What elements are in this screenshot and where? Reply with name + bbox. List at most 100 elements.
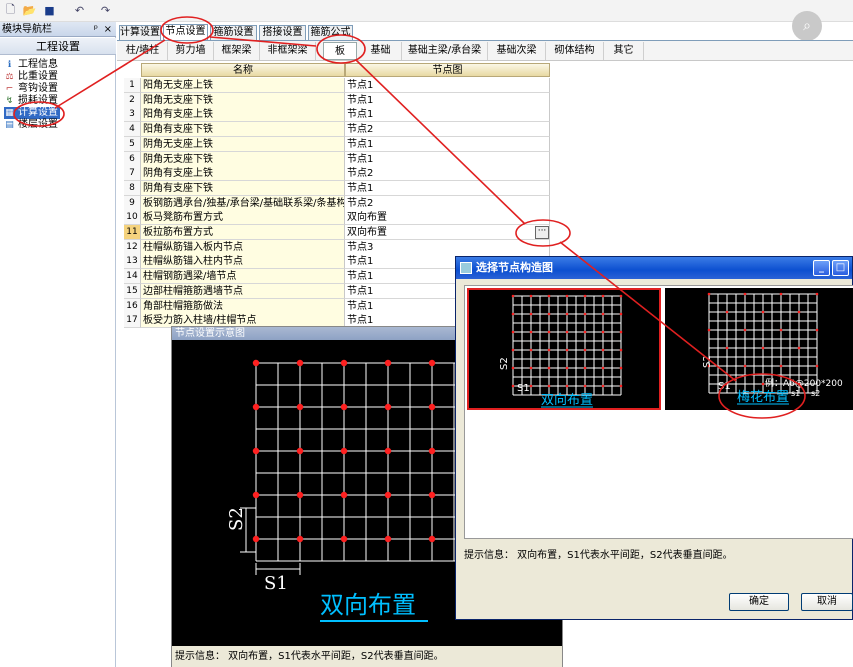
table-row[interactable]: 11 板拉筋布置方式 双向布置: [124, 225, 550, 240]
subtab-frame-beam[interactable]: 框架梁: [214, 42, 260, 60]
row-node-value[interactable]: 节点2: [345, 195, 550, 211]
rebar-dot: [815, 328, 819, 332]
table-row[interactable]: 2 阳角无支座下铁 节点1: [124, 92, 550, 108]
row-name: 阳角有支座上铁: [141, 107, 345, 123]
subtab-shear-wall[interactable]: 剪力墙: [168, 42, 214, 60]
row-number: 2: [124, 92, 141, 108]
ellipsis-button[interactable]: ···: [535, 226, 549, 239]
row-node-value[interactable]: 节点1: [345, 107, 550, 123]
nav-item-label: 计算设置: [18, 107, 58, 118]
subtab-other[interactable]: 其它: [604, 42, 644, 60]
rebar-dot: [601, 312, 605, 316]
rebar-dot: [583, 294, 587, 298]
tab-stirrup-formula[interactable]: 箍筋公式: [308, 25, 353, 40]
nav-item-calc[interactable]: ▦ 计算设置: [4, 107, 60, 119]
table-row[interactable]: 5 阴角无支座上铁 节点1: [124, 136, 550, 152]
table-row[interactable]: 9 板钢筋遇承台/独基/承台梁/基础联系梁/条基构 节点2: [124, 195, 550, 211]
open-icon[interactable]: 📂: [22, 3, 37, 18]
row-node-value[interactable]: 双向布置: [345, 210, 550, 226]
row-node-value[interactable]: 节点1: [345, 151, 550, 167]
table-row[interactable]: 12 柱帽纵筋锚入板内节点 节点3: [124, 239, 550, 255]
option-two-way-grid: [511, 294, 623, 396]
table-row[interactable]: 8 阴角有支座下铁 节点1: [124, 180, 550, 196]
nav-item-floor[interactable]: ▤ 楼层设置: [4, 119, 58, 131]
dialog-hint: 提示信息： 双向布置，S1代表水平间距，S2代表垂直间距。: [464, 550, 733, 561]
rebar-dot: [565, 312, 569, 316]
subtab-foundation-main-beam[interactable]: 基础主梁/承台梁: [402, 42, 488, 60]
rebar-dot: [619, 348, 623, 352]
option-plum-blossom[interactable]: S2 S1 例：A6@200*200 s1 s2 梅花布置: [665, 288, 853, 410]
ok-button[interactable]: 确定: [729, 593, 789, 611]
diagram-hint: 提示信息： 双向布置，S1代表水平间距，S2代表垂直间距。: [172, 646, 562, 667]
row-node-value[interactable]: 节点2: [345, 166, 550, 182]
tab-lap-settings[interactable]: 搭接设置: [259, 25, 306, 40]
subtab-foundation[interactable]: 基础: [360, 42, 402, 60]
option-note-s2: s2: [811, 389, 820, 398]
maximize-icon[interactable]: □: [832, 260, 849, 276]
rebar-dot: [428, 535, 436, 543]
table-row[interactable]: 6 阴角无支座下铁 节点1: [124, 151, 550, 167]
row-node-value[interactable]: 节点1: [345, 180, 550, 196]
nav-item-label: 弯钩设置: [18, 83, 58, 94]
row-number: 7: [124, 166, 141, 182]
subtab-foundation-secondary-beam[interactable]: 基础次梁: [488, 42, 546, 60]
nav-item-hook[interactable]: ⌐ 弯钩设置: [4, 83, 58, 95]
option-plum-grid: [707, 292, 819, 394]
option-plum-diagram: S2 S1 例：A6@200*200 s1 s2 梅花布置: [702, 292, 843, 405]
rebar-dot: [384, 447, 392, 455]
subtab-column[interactable]: 柱/墙柱: [118, 42, 168, 60]
undo-icon[interactable]: ↶: [72, 3, 87, 18]
subtab-slab[interactable]: 板: [323, 42, 357, 60]
table-row[interactable]: 7 阴角有支座上铁 节点2: [124, 166, 550, 182]
nav-header-label: 模块导航栏: [2, 24, 52, 35]
subtab-nonframe-beam[interactable]: 非框架梁: [260, 42, 316, 60]
nav-item-loss[interactable]: ↯ 损耗设置: [4, 95, 58, 107]
row-node-value[interactable]: 节点1: [345, 136, 550, 152]
search-icon[interactable]: ⌕: [792, 11, 822, 41]
table-row[interactable]: 4 阳角有支座下铁 节点2: [124, 122, 550, 138]
column-header-name[interactable]: 名称: [141, 63, 345, 77]
table-row[interactable]: 1 阳角无支座上铁 节点1: [124, 78, 550, 93]
nav-header: 模块导航栏 ᵖ ×: [0, 22, 116, 37]
column-header-node[interactable]: 节点图: [345, 63, 550, 77]
rebar-dot: [583, 384, 587, 388]
row-name: 柱帽钢筋遇梁/墙节点: [141, 269, 345, 285]
row-node-value[interactable]: 节点3: [345, 239, 550, 255]
tab-calc-settings[interactable]: 计算设置: [119, 25, 161, 40]
rebar-dot: [583, 312, 587, 316]
rebar-dot: [511, 294, 515, 298]
rebar-dot: [761, 382, 765, 386]
pin-icon[interactable]: ᵖ: [94, 22, 98, 37]
redo-icon[interactable]: ↷: [98, 3, 113, 18]
rebar-dot: [529, 312, 533, 316]
row-node-value[interactable]: 节点1: [345, 92, 550, 108]
row-node-value[interactable]: 节点1: [345, 78, 550, 93]
row-name: 板马凳筋布置方式: [141, 210, 345, 226]
minimize-icon[interactable]: _: [813, 260, 830, 276]
table-row[interactable]: 3 阳角有支座上铁 节点1: [124, 107, 550, 123]
nav-item-project-info[interactable]: ℹ 工程信息: [4, 59, 58, 71]
floor-icon: ▤: [5, 120, 14, 130]
close-icon[interactable]: ×: [104, 22, 112, 37]
tab-stirrup-settings[interactable]: 箍筋设置: [210, 25, 257, 40]
row-node-value[interactable]: 节点2: [345, 122, 550, 138]
subtab-masonry[interactable]: 砌体结构: [546, 42, 604, 60]
rebar-dot: [725, 310, 729, 314]
row-name: 角部柱帽箍筋做法: [141, 298, 345, 314]
nav-item-label: 楼层设置: [18, 119, 58, 130]
option-two-way[interactable]: S2 S1 双向布置: [467, 288, 661, 410]
nav-title[interactable]: 工程设置: [0, 38, 116, 55]
table-row[interactable]: 10 板马凳筋布置方式 双向布置: [124, 210, 550, 226]
tab-node-settings[interactable]: 节点设置: [163, 24, 208, 40]
rebar-dot: [779, 328, 783, 332]
rebar-dot: [340, 535, 348, 543]
option-plum-caption: 梅花布置: [737, 389, 789, 405]
rebar-dot: [565, 366, 569, 370]
row-number: 13: [124, 254, 141, 270]
rebar-dot: [340, 403, 348, 411]
nav-item-weight[interactable]: ⚖ 比重设置: [4, 71, 58, 83]
save-icon[interactable]: ■: [42, 3, 57, 18]
row-node-value[interactable]: 双向布置: [345, 225, 550, 240]
cancel-button[interactable]: 取消: [801, 593, 853, 611]
new-icon[interactable]: 🗋: [3, 3, 18, 18]
